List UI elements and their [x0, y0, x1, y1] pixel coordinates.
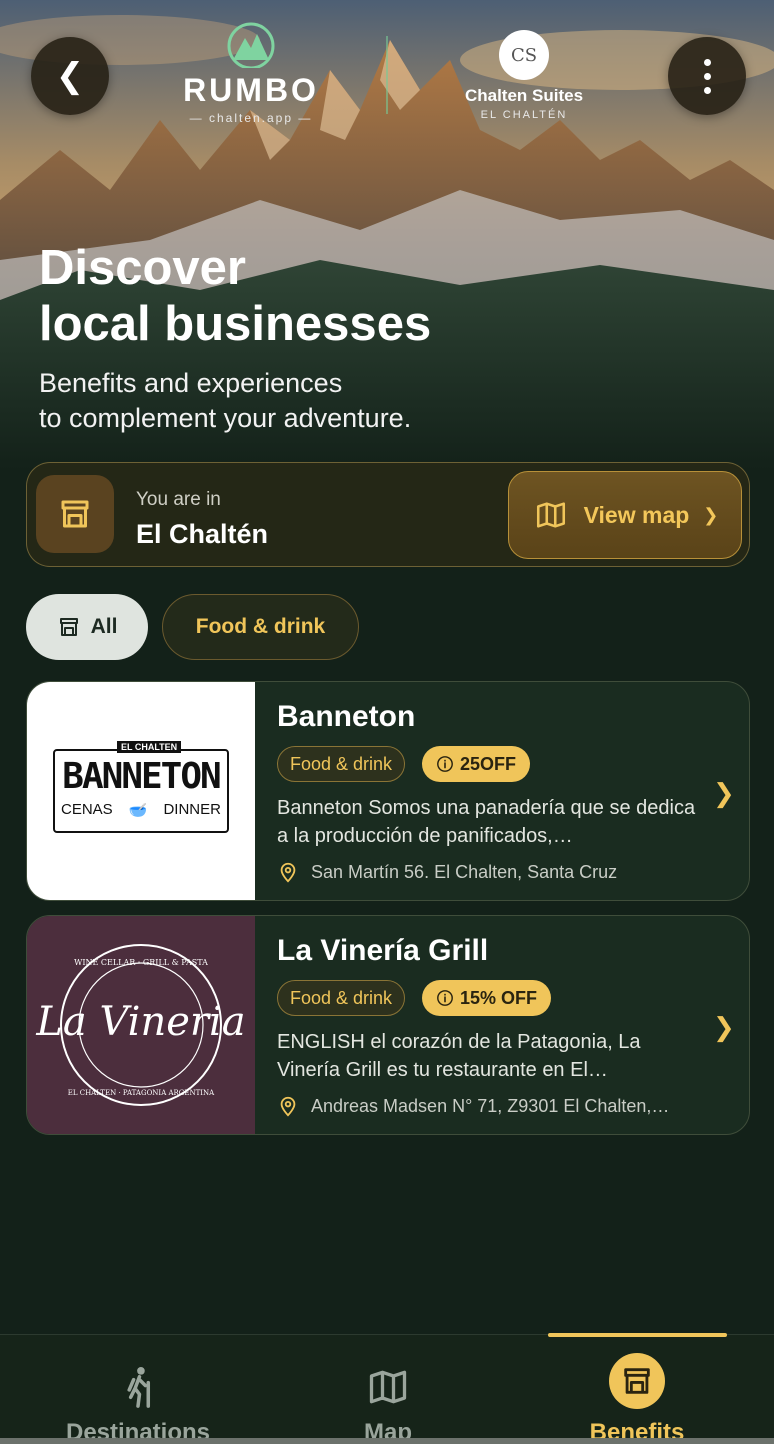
svg-text:WINE CELLAR · GRILL & PASTA: WINE CELLAR · GRILL & PASTA [74, 958, 208, 967]
business-description: ENGLISH el corazón de la Patagonia, La V… [277, 1031, 641, 1081]
svg-text:La Vineria: La Vineria [35, 999, 245, 1045]
business-card[interactable]: La Vineria WINE CELLAR · GRILL & PASTA E… [26, 915, 750, 1135]
category-tag: Food & drink [277, 746, 406, 782]
filter-chip-label: Food & drink [195, 615, 326, 638]
discount-badge: 15% OFF [422, 980, 552, 1016]
more-vertical-icon [703, 58, 711, 94]
business-logo: La Vineria WINE CELLAR · GRILL & PASTA E… [27, 916, 255, 1134]
location-card: You are in El Chaltén View map ❯ [26, 462, 750, 567]
chevron-right-icon: ❯ [703, 504, 719, 525]
view-map-button[interactable]: View map ❯ [508, 471, 742, 559]
info-icon [437, 756, 453, 772]
discount-badge: 25OFF [422, 746, 531, 782]
page-subtitle: Benefits and experiences to complement y… [39, 368, 412, 433]
chevron-right-icon[interactable]: ❯ [713, 778, 735, 809]
location-pin-icon [280, 862, 296, 883]
partner-logo: CS Chalten Suites EL CHALTÉN [448, 30, 600, 121]
info-icon [437, 990, 453, 1006]
brand-subtitle: — chalten.app — [189, 111, 313, 125]
bottom-navigation: Destinations Map Benefits [0, 1333, 774, 1444]
location-store-badge [36, 475, 114, 553]
brand-name: RUMBO [183, 72, 319, 108]
nav-tab-destinations[interactable]: Destinations [9, 1335, 267, 1444]
store-icon [59, 618, 78, 636]
map-icon [358, 1357, 418, 1417]
business-address: Andreas Madsen N° 71, Z9301 El Chalten,… [277, 1094, 697, 1118]
business-description: Banneton Somos una panadería que se dedi… [277, 797, 696, 847]
location-value: El Chaltén [136, 519, 269, 549]
bottom-edge [0, 1438, 774, 1444]
filter-chip-food-drink[interactable]: Food & drink [162, 594, 359, 660]
nav-tab-benefits[interactable]: Benefits [508, 1335, 766, 1444]
nav-tab-map[interactable]: Map [259, 1335, 517, 1444]
store-icon [61, 500, 89, 528]
business-name: La Vinería Grill [277, 934, 489, 967]
business-card[interactable]: EL CHALTEN BANNETON CENAS 🥣 DINNER Banne… [26, 681, 750, 901]
partner-location: EL CHALTÉN [480, 109, 568, 121]
brand-logo: RUMBO — chalten.app — [176, 20, 326, 125]
filter-chip-label: All [90, 615, 118, 638]
business-name: Banneton [277, 700, 416, 733]
chevron-left-icon: ❮ [55, 57, 85, 95]
chevron-right-icon[interactable]: ❯ [713, 1012, 735, 1043]
header-divider [386, 36, 388, 114]
filter-chip-all[interactable]: All [26, 594, 148, 660]
page-title: Discover local businesses [39, 241, 432, 351]
category-tag: Food & drink [277, 980, 406, 1016]
partner-logo-badge: CS [499, 30, 549, 80]
store-icon [609, 1353, 665, 1409]
more-options-button[interactable] [668, 37, 746, 115]
location-pin-icon [280, 1096, 296, 1117]
svg-text:EL CHALTEN · PATAGONIA ARGENTI: EL CHALTEN · PATAGONIA ARGENTINA [68, 1089, 215, 1097]
view-map-label: View map [583, 501, 690, 528]
mountain-logo-icon [227, 22, 275, 68]
hiker-icon [108, 1357, 168, 1417]
business-logo: EL CHALTEN BANNETON CENAS 🥣 DINNER [27, 682, 255, 900]
location-label: You are in [136, 489, 221, 510]
map-icon [536, 502, 565, 528]
bowl-icon: 🥣 [128, 802, 148, 819]
business-address: San Martín 56. El Chalten, Santa Cruz [277, 860, 697, 884]
la-vineria-logo: La Vineria WINE CELLAR · GRILL & PASTA E… [35, 944, 246, 1106]
back-button[interactable]: ❮ [31, 37, 109, 115]
partner-name: Chalten Suites [464, 86, 584, 105]
